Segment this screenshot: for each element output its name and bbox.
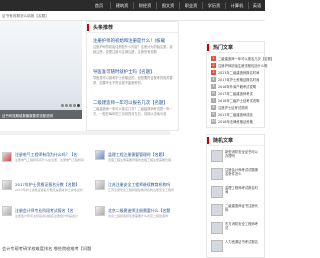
- nav-item-construction[interactable]: 建筑资: [111, 0, 133, 11]
- rank-badge: 3: [211, 70, 216, 75]
- header-accent: [87, 24, 89, 31]
- hot-item-text[interactable]: 2017年二级建造师成绩: [218, 112, 253, 117]
- news-thumbnail[interactable]: [2, 152, 12, 162]
- rank-badge: 10: [211, 119, 216, 124]
- random-thumbnail[interactable]: [211, 240, 223, 252]
- random-heading: 随机文章: [213, 138, 234, 144]
- rank-badge: 1: [211, 56, 216, 61]
- hot-item-text[interactable]: 2016年法律资格证资格: [218, 119, 253, 124]
- hot-item[interactable]: 9 2017年二级建造师成绩: [211, 112, 257, 118]
- recommend-title[interactable]: 二级建造师一年可以报名几次【名题】: [93, 100, 168, 106]
- recommend-desc: 注册护师的初始注册是什么内容？注册分为初始注册，延续注册，变更注册与注销注册，注…: [93, 45, 173, 54]
- hot-item-text[interactable]: 注册护士证考试说明: [218, 105, 248, 110]
- random-item[interactable]: 人力资源证书考试报名: [211, 240, 258, 258]
- hot-item-text[interactable]: 二级建造师一年可以报名几次【名题】: [218, 56, 274, 61]
- hot-item[interactable]: 7 2016年二级护士证考试说明: [211, 98, 259, 104]
- image-carousel[interactable]: 证书有效期填报最新要求流程说明: [0, 21, 82, 119]
- recommend-panel: 头条推荐 注册护师的初始和注册是什么！(核载 注册护师的初始注册是什么内容？注册…: [86, 21, 179, 131]
- rank-badge: 2: [211, 63, 216, 68]
- nav-item-finance[interactable]: 财经资: [134, 0, 156, 11]
- hot-item[interactable]: 5 2016年外省户籍考试说明: [211, 84, 257, 90]
- hot-item[interactable]: 3 2023年二级建造师报名时间: [211, 70, 259, 76]
- hot-item-text[interactable]: 2016年二级护士证考试说明: [218, 98, 259, 103]
- rank-badge: 4: [211, 77, 216, 82]
- carousel-dot[interactable]: [73, 104, 76, 107]
- news-desc: 北京二级建造师注册需要什么北京二级建造师: [108, 214, 169, 218]
- rank-badge: 8: [211, 105, 216, 110]
- recommend-desc: 二级建造师一年可以报名几次？二级建造师考试是一年一次，一般在每年的三月到四月左右…: [93, 107, 173, 116]
- random-thumbnail[interactable]: [211, 186, 223, 198]
- random-item-text[interactable]: 监理工程师考试报名时间: [225, 186, 258, 194]
- recommend-title[interactable]: 导医准可随时就护士吗【名题】: [93, 69, 154, 75]
- random-item-text[interactable]: 二级建造师证书注册代码: [225, 204, 258, 212]
- news-thumbnail[interactable]: [95, 180, 105, 190]
- rank-badge: 5: [211, 84, 216, 89]
- hot-item[interactable]: 1 二级建造师一年可以报名几次【名题】: [211, 56, 274, 62]
- carousel-dots: [60, 103, 80, 108]
- hot-item[interactable]: 2 注册护师初始注册流程包括什么呢: [211, 63, 267, 69]
- bottom-link-row: 会计专硕考研学校难度排名 哪些院校难考【问题: [2, 246, 152, 254]
- news-desc: 江苏注册安全工程师继续教育机构注册安全工程师: [108, 188, 175, 192]
- hot-item[interactable]: 4 2017年护士资格证报名时间: [211, 77, 259, 83]
- recommend-desc: 导医是可以报考护士资格证的，但是要符合报考的相关要求，如果专业不符合是不能报考的…: [93, 76, 173, 85]
- rank-badge: 9: [211, 112, 216, 117]
- header-accent: [207, 137, 209, 144]
- news-desc: 注册会计师专业阶段考试报名注册会计师是会计: [15, 214, 79, 218]
- random-item-text[interactable]: 东方消防安全工程师考试: [225, 222, 258, 230]
- news-desc: 注册电气工程师有有什么在注册，注册电气工程师具: [15, 158, 85, 162]
- carousel-dot-active[interactable]: [77, 104, 80, 107]
- rank-badge: 7: [211, 98, 216, 103]
- hot-articles-panel: 热门文章 1 二级建造师一年可以报名几次【名题】 2 注册护师初始注册流程包括什么呢…: [206, 41, 274, 128]
- breadcrumb[interactable]: 证书有效期怎么填报【名题】: [2, 14, 49, 19]
- hot-item-text[interactable]: 2023年二级建造师报名时间: [218, 70, 259, 75]
- nav-item-home[interactable]: 首页: [88, 0, 110, 11]
- rank-badge: 6: [211, 91, 216, 96]
- hot-item[interactable]: 8 注册护士证考试说明: [211, 105, 257, 111]
- hot-item[interactable]: 6 2017年二级建造师考试: [211, 91, 257, 97]
- news-thumbnail[interactable]: [2, 206, 12, 216]
- hot-heading: 热门文章: [213, 45, 234, 51]
- hot-item-text[interactable]: 注册护师初始注册流程包括什么呢: [218, 63, 267, 68]
- hot-item[interactable]: 10 2016年法律资格证资格: [211, 119, 257, 125]
- hot-item-text[interactable]: 2017年二级建造师考试: [218, 91, 253, 96]
- news-desc: 监理工程注册需要管理时监理工程注册需要管理: [108, 158, 172, 162]
- carousel-dot[interactable]: [65, 104, 68, 107]
- nav-item-computer[interactable]: 计算机: [226, 0, 248, 11]
- random-item-text[interactable]: 人力资源证书考试报名: [225, 240, 258, 244]
- nav-item-education[interactable]: 学历资: [203, 0, 225, 11]
- header-accent: [207, 44, 209, 51]
- carousel-dot[interactable]: [69, 104, 72, 107]
- section-divider: [0, 131, 170, 135]
- recommend-header: 头条推荐: [87, 22, 178, 33]
- random-thumbnail[interactable]: [211, 204, 223, 216]
- recommend-heading: 头条推荐: [93, 25, 114, 31]
- random-thumbnail[interactable]: [211, 222, 223, 234]
- breadcrumb-bar: 证书有效期怎么填报【名题】: [0, 11, 265, 21]
- main-nav: 首页 建筑资 财经资 图文资 职业资 学历资 计算机 英语: [0, 0, 265, 11]
- random-thumbnail[interactable]: [211, 168, 223, 180]
- bottom-link[interactable]: 会计专硕考研学校难度排名 哪些院校难考【问题: [2, 246, 91, 251]
- nav-item-english[interactable]: 英语: [249, 0, 265, 11]
- hot-item-text[interactable]: 2016年外省户籍考试说明: [218, 84, 256, 89]
- random-item-text[interactable]: 注册会计师考试试题报名条件怎么: [225, 168, 258, 176]
- carousel-caption-text[interactable]: 证书有效期填报最新要求流程说明: [2, 113, 53, 118]
- news-thumbnail[interactable]: [95, 206, 105, 216]
- hot-header: 热门文章: [207, 42, 264, 53]
- random-item-text[interactable]: 新型消防安全证书可以办理吗: [225, 150, 258, 158]
- random-thumbnail[interactable]: [211, 150, 223, 162]
- carousel-dot[interactable]: [61, 104, 64, 107]
- news-thumbnail[interactable]: [2, 180, 12, 190]
- random-header: 随机文章: [207, 135, 264, 146]
- nav-item-career[interactable]: 职业资: [180, 0, 202, 11]
- news-thumbnail[interactable]: [95, 150, 105, 160]
- random-articles-panel: 随机文章 新型消防安全证书可以办理吗 注册会计师考试试题报名条件怎么 监理工程师…: [206, 134, 265, 258]
- news-desc: 2017年护士资格证报名分数还是报考护士资格证时: [15, 188, 83, 192]
- recommend-title[interactable]: 注册护师的初始和注册是什么！(核载: [93, 38, 165, 44]
- nav-item-graphic[interactable]: 图文资: [157, 0, 179, 11]
- hot-item-text[interactable]: 2017年护士资格证报名时间: [218, 77, 259, 82]
- carousel-caption: 证书有效期填报最新要求流程说明: [0, 110, 82, 119]
